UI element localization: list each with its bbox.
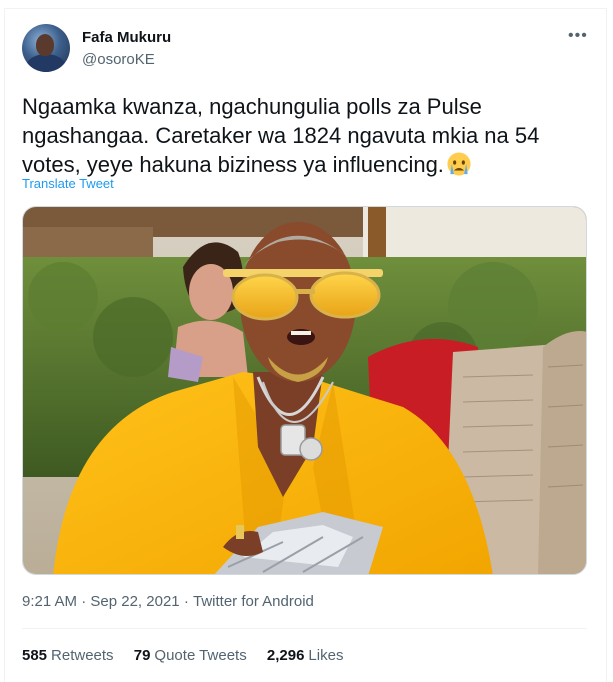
quote-tweets-stat[interactable]: 79 Quote Tweets [134, 647, 247, 664]
avatar-face [36, 34, 54, 56]
meta-separator: · [81, 593, 87, 610]
translate-tweet-link[interactable]: Translate Tweet [22, 176, 114, 191]
tweet-time[interactable]: 9:21 AM [22, 593, 77, 610]
quote-tweets-label: Quote Tweets [154, 647, 247, 664]
tweet-image-illustration [23, 207, 586, 574]
tweet-image[interactable] [22, 206, 587, 575]
crying-face-emoji-icon [447, 152, 471, 176]
likes-count: 2,296 [266, 647, 305, 664]
tweet-source[interactable]: Twitter for Android [193, 593, 314, 610]
tweet-meta: 9:21 AM · Sep 22, 2021 · Twitter for And… [22, 593, 314, 610]
quote-tweets-count: 79 [133, 647, 151, 664]
tweet-stats: 585 Retweets 79 Quote Tweets 2,296 Likes [22, 647, 359, 664]
tweet-text: Ngaamka kwanza, ngachungulia polls za Pu… [22, 92, 582, 179]
author-handle[interactable]: @osoroKE [82, 51, 155, 68]
retweets-stat[interactable]: 585 Retweets [22, 647, 114, 664]
divider-top [22, 628, 587, 629]
likes-stat[interactable]: 2,296 Likes [267, 647, 344, 664]
retweets-count: 585 [22, 647, 48, 664]
tweet-date[interactable]: Sep 22, 2021 [90, 593, 179, 610]
retweets-label: Retweets [51, 647, 114, 664]
meta-separator-2: · [183, 593, 189, 610]
avatar[interactable] [22, 24, 70, 72]
likes-label: Likes [308, 647, 344, 664]
more-options-icon[interactable]: ••• [568, 27, 588, 45]
avatar-shoulders [26, 54, 66, 72]
author-name[interactable]: Fafa Mukuru [82, 29, 171, 46]
